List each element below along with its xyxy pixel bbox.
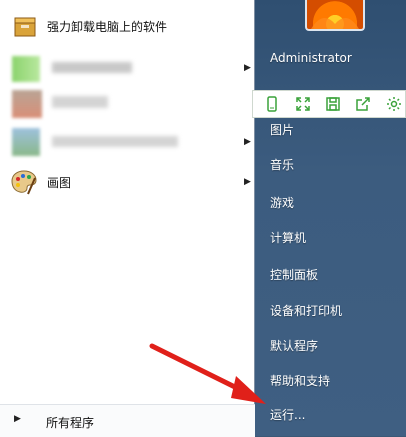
annotation-arrow (149, 343, 266, 404)
